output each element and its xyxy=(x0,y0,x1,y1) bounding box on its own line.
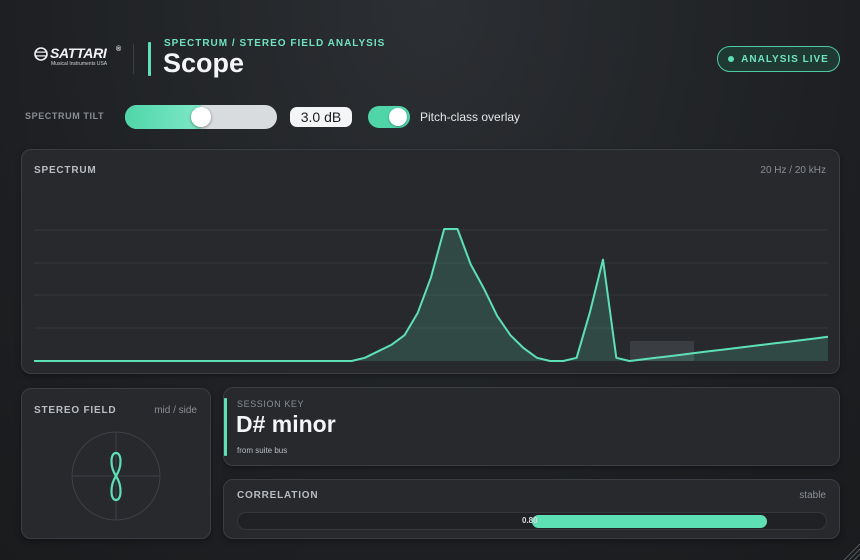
brand-subtitle: Musical Instruments USA xyxy=(51,61,108,67)
live-dot-icon xyxy=(728,56,735,62)
stereo-field-scope xyxy=(71,431,161,521)
session-key-accent-bar xyxy=(224,398,227,456)
session-key-label: SESSION KEY xyxy=(237,399,305,409)
resize-grip-icon[interactable] xyxy=(836,536,860,560)
spectrum-tilt-value[interactable]: 3.0 dB xyxy=(290,107,352,127)
spectrum-plot xyxy=(34,228,828,362)
pitch-class-overlay-label: Pitch-class overlay xyxy=(420,110,521,124)
spectrum-tilt-label: SPECTRUM TILT xyxy=(25,111,105,121)
brand-globe-icon xyxy=(34,47,48,61)
correlation-state: stable xyxy=(799,490,826,501)
spectrum-panel: SPECTRUM 20 Hz / 20 kHz xyxy=(21,149,840,374)
correlation-title: CORRELATION xyxy=(237,490,319,501)
analysis-live-label: ANALYSIS LIVE xyxy=(741,53,829,65)
brand-name: SATTARI xyxy=(50,45,107,61)
stereo-field-mode: mid / side xyxy=(154,405,197,416)
toggle-knob xyxy=(389,108,407,126)
analysis-live-badge[interactable]: ANALYSIS LIVE xyxy=(717,46,840,72)
brand-logo: SATTARI ® Musical Instruments USA xyxy=(34,45,124,72)
spectrum-tilt-slider[interactable] xyxy=(125,105,277,129)
session-key-source: from suite bus xyxy=(237,446,288,455)
spectrum-range: 20 Hz / 20 kHz xyxy=(760,165,826,176)
stereo-field-panel: STEREO FIELD mid / side xyxy=(21,388,211,539)
session-key-panel: SESSION KEY D# minor from suite bus xyxy=(223,387,840,466)
brand-registered-mark: ® xyxy=(116,46,122,53)
spectrum-tilt-thumb[interactable] xyxy=(191,107,211,127)
title-accent-bar xyxy=(148,42,151,76)
spectrum-tilt-fill xyxy=(125,105,201,129)
correlation-panel: CORRELATION stable 0.80 xyxy=(223,479,840,539)
spectrum-title: SPECTRUM xyxy=(34,165,97,176)
correlation-value: 0.80 xyxy=(522,516,538,525)
correlation-meter-fill xyxy=(532,515,768,528)
stereo-field-title: STEREO FIELD xyxy=(34,405,117,416)
header-divider xyxy=(133,44,134,74)
correlation-meter: 0.80 xyxy=(237,512,827,530)
session-key-value: D# minor xyxy=(236,411,336,437)
pitch-class-overlay-toggle[interactable] xyxy=(368,106,410,128)
header: SATTARI ® Musical Instruments USA SPECTR… xyxy=(0,0,860,100)
page-title: Scope xyxy=(163,48,245,78)
